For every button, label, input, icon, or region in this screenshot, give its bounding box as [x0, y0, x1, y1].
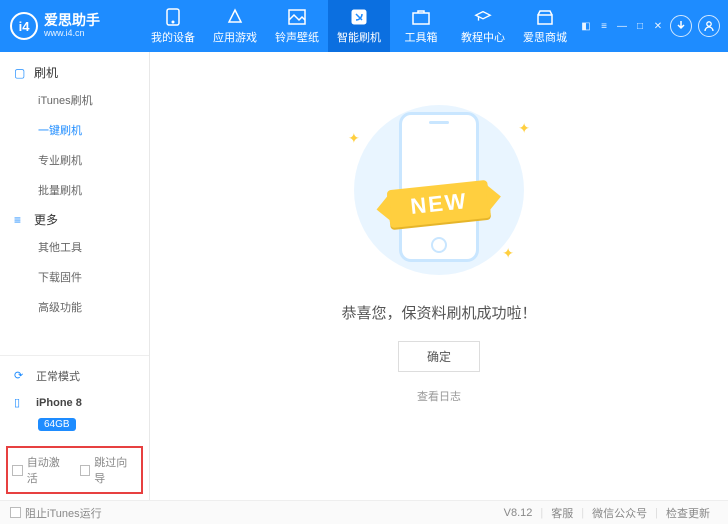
device-phone-icon: ▯ [14, 396, 28, 410]
top-tabs: 我的设备 应用游戏 铃声壁纸 智能刷机 工具箱 教程中心 爱思商城 [142, 0, 580, 52]
app-header: i4 爱思助手 www.i4.cn 我的设备 应用游戏 铃声壁纸 智能刷机 工具… [0, 0, 728, 52]
tab-label: 应用游戏 [213, 29, 257, 45]
device-mode-row[interactable]: ⟳ 正常模式 [0, 362, 149, 390]
brand-logo: i4 爱思助手 www.i4.cn [10, 12, 142, 40]
checkbox-label: 阻止iTunes运行 [25, 505, 102, 521]
toolbox-icon [412, 8, 430, 26]
more-icon: ≡ [14, 213, 26, 227]
checkbox-skip-guide[interactable]: 跳过向导 [80, 454, 138, 486]
brand-name: 爱思助手 [44, 13, 100, 28]
maximize-icon[interactable]: □ [634, 20, 646, 32]
apps-icon [226, 8, 244, 26]
menu-icon[interactable]: ≡ [598, 20, 610, 32]
sidebar: ▢ 刷机 iTunes刷机 一键刷机 专业刷机 批量刷机 ≡ 更多 其他工具 下… [0, 52, 150, 500]
tab-apps-games[interactable]: 应用游戏 [204, 0, 266, 52]
tab-toolbox[interactable]: 工具箱 [390, 0, 452, 52]
sparkle-icon: ✦ [502, 245, 514, 262]
tutorial-icon [474, 8, 492, 26]
refresh-icon: ⟳ [14, 369, 28, 383]
main-content: ✦ ✦ ✦ NEW 恭喜您，保资料刷机成功啦！ 确定 查看日志 [150, 52, 728, 500]
tab-tutorial[interactable]: 教程中心 [452, 0, 514, 52]
flash-icon [350, 8, 368, 26]
checkbox-icon [12, 465, 23, 476]
sidebar-item-other-tools[interactable]: 其他工具 [0, 232, 149, 262]
group-title: 更多 [34, 211, 58, 228]
tab-label: 工具箱 [405, 29, 438, 45]
wechat-link[interactable]: 微信公众号 [584, 505, 655, 521]
brand-url: www.i4.cn [44, 29, 100, 39]
sidebar-item-itunes-flash[interactable]: iTunes刷机 [0, 85, 149, 115]
device-name: iPhone 8 [36, 397, 82, 409]
device-name-row[interactable]: ▯ iPhone 8 [0, 390, 149, 416]
check-update-link[interactable]: 检查更新 [658, 505, 718, 521]
phone-outline-icon: ▢ [14, 66, 26, 80]
tab-ringtone-wallpaper[interactable]: 铃声壁纸 [266, 0, 328, 52]
sidebar-bottom-options: 自动激活 跳过向导 [6, 446, 143, 494]
minimize-icon[interactable]: — [616, 20, 628, 32]
wallpaper-icon [288, 8, 306, 26]
sidebar-item-oneclick-flash[interactable]: 一键刷机 [0, 115, 149, 145]
tab-label: 我的设备 [151, 29, 195, 45]
view-log-link[interactable]: 查看日志 [417, 388, 461, 404]
close-icon[interactable]: ✕ [652, 20, 664, 32]
tab-label: 智能刷机 [337, 29, 381, 45]
ok-button[interactable]: 确定 [398, 341, 480, 372]
phone-icon [164, 8, 182, 26]
checkbox-label: 跳过向导 [94, 454, 137, 486]
tab-label: 教程中心 [461, 29, 505, 45]
store-icon [536, 8, 554, 26]
download-button[interactable] [670, 15, 692, 37]
checkbox-label: 自动激活 [27, 454, 70, 486]
tab-label: 铃声壁纸 [275, 29, 319, 45]
sidebar-device-block: ⟳ 正常模式 ▯ iPhone 8 64GB [0, 355, 149, 442]
skin-icon[interactable]: ◧ [580, 20, 592, 32]
device-mode: 正常模式 [36, 368, 80, 384]
tab-my-device[interactable]: 我的设备 [142, 0, 204, 52]
success-message: 恭喜您，保资料刷机成功啦！ [341, 302, 536, 323]
account-button[interactable] [698, 15, 720, 37]
sidebar-item-batch-flash[interactable]: 批量刷机 [0, 175, 149, 205]
checkbox-auto-activate[interactable]: 自动激活 [12, 454, 70, 486]
sparkle-icon: ✦ [518, 120, 530, 137]
sidebar-group-flash: ▢ 刷机 [0, 58, 149, 85]
sidebar-group-more: ≡ 更多 [0, 205, 149, 232]
success-illustration: ✦ ✦ ✦ NEW [334, 100, 544, 280]
sidebar-item-pro-flash[interactable]: 专业刷机 [0, 145, 149, 175]
sparkle-icon: ✦ [348, 130, 360, 147]
sidebar-item-download-fw[interactable]: 下载固件 [0, 262, 149, 292]
tab-smart-flash[interactable]: 智能刷机 [328, 0, 390, 52]
checkbox-block-itunes[interactable]: 阻止iTunes运行 [10, 505, 102, 521]
storage-badge: 64GB [38, 418, 76, 431]
support-link[interactable]: 客服 [543, 505, 581, 521]
logo-icon: i4 [10, 12, 38, 40]
tab-store[interactable]: 爱思商城 [514, 0, 576, 52]
version-label: V8.12 [496, 507, 541, 519]
status-bar: 阻止iTunes运行 V8.12 | 客服 | 微信公众号 | 检查更新 [0, 500, 728, 524]
checkbox-icon [80, 465, 91, 476]
tab-label: 爱思商城 [523, 29, 567, 45]
window-controls: ◧ ≡ — □ ✕ [580, 20, 664, 32]
sidebar-item-advanced[interactable]: 高级功能 [0, 292, 149, 322]
checkbox-icon [10, 507, 21, 518]
group-title: 刷机 [34, 64, 58, 81]
